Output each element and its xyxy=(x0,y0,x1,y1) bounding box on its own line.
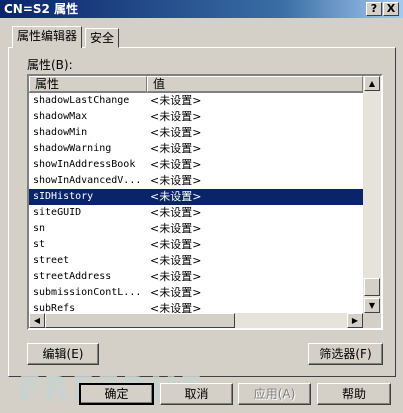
list-item[interactable]: shadowWarning <未设置> xyxy=(29,141,363,157)
attribute-name: siteGUID xyxy=(33,207,82,218)
attribute-value: <未设置> xyxy=(150,158,202,171)
attribute-name: shadowMax xyxy=(33,111,88,122)
attribute-name: st xyxy=(33,239,46,250)
horizontal-scrollbar[interactable]: ◀ ▶ xyxy=(29,313,363,328)
attribute-name: shadowWarning xyxy=(33,143,112,154)
tab-security[interactable]: 安全 xyxy=(85,28,120,48)
attribute-name: sn xyxy=(33,223,46,234)
close-button[interactable]: X xyxy=(383,2,399,16)
attribute-name: shadowLastChange xyxy=(33,95,130,106)
list-item[interactable]: shadowLastChange <未设置> xyxy=(29,93,363,109)
list-item[interactable]: sn <未设置> xyxy=(29,221,363,237)
list-item[interactable]: siteGUID <未设置> xyxy=(29,205,363,221)
scroll-up-button[interactable]: ▲ xyxy=(364,76,380,91)
horizontal-scroll-thumb[interactable] xyxy=(45,313,235,328)
attribute-value: <未设置> xyxy=(150,302,202,313)
vertical-scrollbar[interactable]: ▲ ▼ xyxy=(363,76,381,313)
list-item[interactable]: submissionContL... <未设置> xyxy=(29,285,363,301)
attribute-name: showInAddressBook xyxy=(33,159,136,170)
attribute-value: <未设置> xyxy=(150,206,202,219)
attribute-name: shadowMin xyxy=(33,127,88,138)
attribute-name: subRefs xyxy=(33,303,76,313)
attribute-name: street xyxy=(33,255,70,266)
scroll-right-button[interactable]: ▶ xyxy=(347,313,363,328)
attribute-value: <未设置> xyxy=(150,126,202,139)
cancel-button[interactable]: 取消 xyxy=(160,383,233,405)
attribute-value: <未设置> xyxy=(150,110,202,123)
attribute-value: <未设置> xyxy=(150,190,202,203)
attribute-value: <未设置> xyxy=(150,94,202,107)
scrollbar-corner xyxy=(363,313,381,328)
attribute-name: streetAddress xyxy=(33,271,112,282)
attribute-value: <未设置> xyxy=(150,254,202,267)
attribute-value: <未设置> xyxy=(150,222,202,235)
list-item[interactable]: streetAddress <未设置> xyxy=(29,269,363,285)
attribute-name: showInAdvancedV... xyxy=(33,175,142,186)
attributes-label: 属性(B): xyxy=(27,58,73,72)
ok-button[interactable]: 确定 xyxy=(79,383,154,405)
attribute-value: <未设置> xyxy=(150,174,202,187)
attribute-value: <未设置> xyxy=(150,270,202,283)
help-button[interactable]: ? xyxy=(366,2,382,16)
list-item[interactable]: street <未设置> xyxy=(29,253,363,269)
vertical-scroll-thumb[interactable] xyxy=(364,278,380,296)
attribute-name: sIDHistory xyxy=(33,191,94,202)
list-item[interactable]: subRefs <未设置> xyxy=(29,301,363,313)
filter-button[interactable]: 筛选器(F) xyxy=(308,343,383,365)
edit-button[interactable]: 编辑(E) xyxy=(27,343,99,365)
list-item[interactable]: st <未设置> xyxy=(29,237,363,253)
list-item[interactable]: showInAdvancedV... <未设置> xyxy=(29,173,363,189)
list-item[interactable]: shadowMin <未设置> xyxy=(29,125,363,141)
list-header: 属性 值 xyxy=(29,76,363,93)
list-item[interactable]: showInAddressBook <未设置> xyxy=(29,157,363,173)
scroll-down-button[interactable]: ▼ xyxy=(364,298,380,313)
help-dialog-button[interactable]: 帮助 xyxy=(317,383,391,405)
attribute-value: <未设置> xyxy=(150,142,202,155)
attribute-name: submissionContL... xyxy=(33,287,142,298)
attribute-value: <未设置> xyxy=(150,238,202,251)
column-header-attribute[interactable]: 属性 xyxy=(29,76,147,92)
attribute-value: <未设置> xyxy=(150,286,202,299)
scroll-left-button[interactable]: ◀ xyxy=(29,313,45,328)
list-item-selected[interactable]: sIDHistory <未设置> xyxy=(29,189,363,205)
apply-button[interactable]: 应用(A) xyxy=(238,383,311,405)
list-rows: shadowLastChange <未设置> shadowMax <未设置> sha… xyxy=(29,93,363,313)
tab-attribute-editor[interactable]: 属性编辑器 xyxy=(12,26,83,48)
column-header-value[interactable]: 值 xyxy=(147,76,363,92)
list-item[interactable]: shadowMax <未设置> xyxy=(29,109,363,125)
window-title: CN=S2 属性 xyxy=(4,2,79,16)
